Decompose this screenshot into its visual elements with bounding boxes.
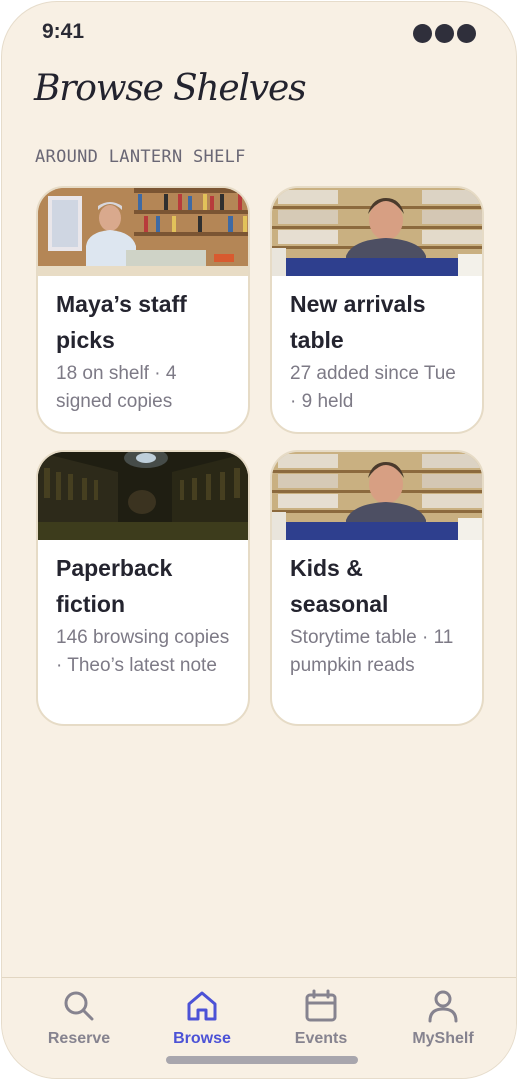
card-title: Maya’s staff picks — [56, 291, 187, 353]
card-meta: 146 browsing copies · Theo’s latest note — [56, 627, 230, 676]
staff-picks-photo — [38, 188, 248, 276]
home-indicator — [166, 1056, 358, 1064]
card-body: Maya’s staff picks 18 on shelf · 4 signe… — [38, 276, 248, 416]
shelf-card-new-arrivals[interactable]: New arrivals table 27 added since Tue · … — [270, 186, 484, 434]
staff-picks-illustration — [38, 188, 248, 276]
tab-myshelf[interactable]: MyShelf — [383, 988, 503, 1048]
status-bar: 9:41 — [2, 2, 516, 66]
status-time: 9:41 — [42, 20, 85, 43]
tab-browse[interactable]: Browse — [142, 988, 262, 1048]
tab-reserve[interactable]: Reserve — [19, 988, 139, 1048]
tab-label: Events — [294, 1030, 348, 1047]
card-title: Paperback fiction — [56, 555, 173, 617]
card-body: Paperback fiction 146 browsing copies · … — [38, 540, 248, 680]
paperback-fiction-illustration — [38, 452, 248, 540]
phone-frame: 9:41 Browse Shelves AROUND LANTERN SHELF — [1, 1, 517, 1079]
paperback-fiction-photo — [38, 452, 248, 540]
tab-events[interactable]: Events — [261, 988, 381, 1048]
new-arrivals-illustration — [272, 188, 482, 276]
kids-seasonal-photo — [272, 452, 482, 540]
shelf-card-staff-picks[interactable]: Maya’s staff picks 18 on shelf · 4 signe… — [36, 186, 250, 434]
card-meta: Storytime table · 11 pumpkin reads — [290, 627, 454, 676]
status-dot-icon — [457, 24, 476, 43]
card-body: Kids & seasonal Storytime table · 11 pum… — [272, 540, 482, 680]
status-dot-icon — [435, 24, 454, 43]
home-icon — [187, 991, 217, 1021]
tab-label: MyShelf — [412, 1030, 474, 1047]
tab-bar: Reserve Browse Events MyShelf — [2, 977, 516, 1078]
new-arrivals-photo — [272, 188, 482, 276]
status-indicators — [413, 24, 476, 43]
calendar-icon — [305, 989, 337, 1022]
card-meta: 18 on shelf · 4 signed copies — [56, 363, 177, 412]
card-body: New arrivals table 27 added since Tue · … — [272, 276, 482, 416]
kids-seasonal-illustration — [272, 452, 482, 540]
shelf-card-paperback-fiction[interactable]: Paperback fiction 146 browsing copies · … — [36, 450, 250, 726]
shelf-card-kids-seasonal[interactable]: Kids & seasonal Storytime table · 11 pum… — [270, 450, 484, 726]
search-icon — [64, 991, 94, 1021]
page-title: Browse Shelves — [34, 68, 307, 109]
card-title: Kids & seasonal — [290, 555, 389, 617]
section-label: AROUND LANTERN SHELF — [35, 147, 246, 167]
person-icon — [428, 990, 458, 1023]
card-title: New arrivals table — [290, 291, 426, 353]
card-meta: 27 added since Tue · 9 held — [290, 363, 456, 412]
tab-label: Reserve — [47, 1030, 111, 1047]
status-dot-icon — [413, 24, 432, 43]
tab-label: Browse — [173, 1030, 231, 1047]
